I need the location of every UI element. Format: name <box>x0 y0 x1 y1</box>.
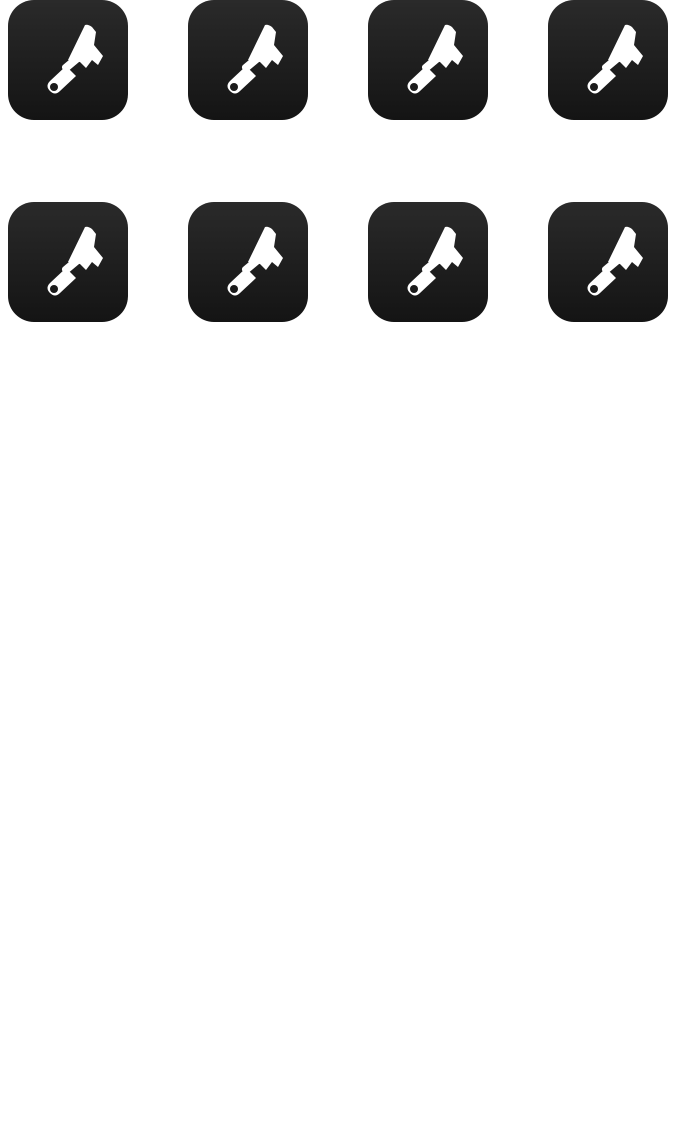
paintbrush-icon <box>227 226 283 296</box>
paintbrush-icon <box>47 24 103 94</box>
paintbrush-icon <box>587 226 643 296</box>
paintbrush-icon <box>407 226 463 296</box>
paintbrush-icon <box>47 226 103 296</box>
app-icon-tile[interactable] <box>548 202 668 322</box>
paintbrush-icon <box>227 24 283 94</box>
app-icon-tile[interactable] <box>8 202 128 322</box>
paintbrush-icon <box>407 24 463 94</box>
paintbrush-icon <box>587 24 643 94</box>
app-icon-tile[interactable] <box>368 202 488 322</box>
app-icon-grid <box>0 0 676 1133</box>
app-icon-tile[interactable] <box>8 0 128 120</box>
app-icon-tile[interactable] <box>548 0 668 120</box>
app-icon-tile[interactable] <box>188 202 308 322</box>
app-icon-tile[interactable] <box>368 0 488 120</box>
app-icon-tile[interactable] <box>188 0 308 120</box>
